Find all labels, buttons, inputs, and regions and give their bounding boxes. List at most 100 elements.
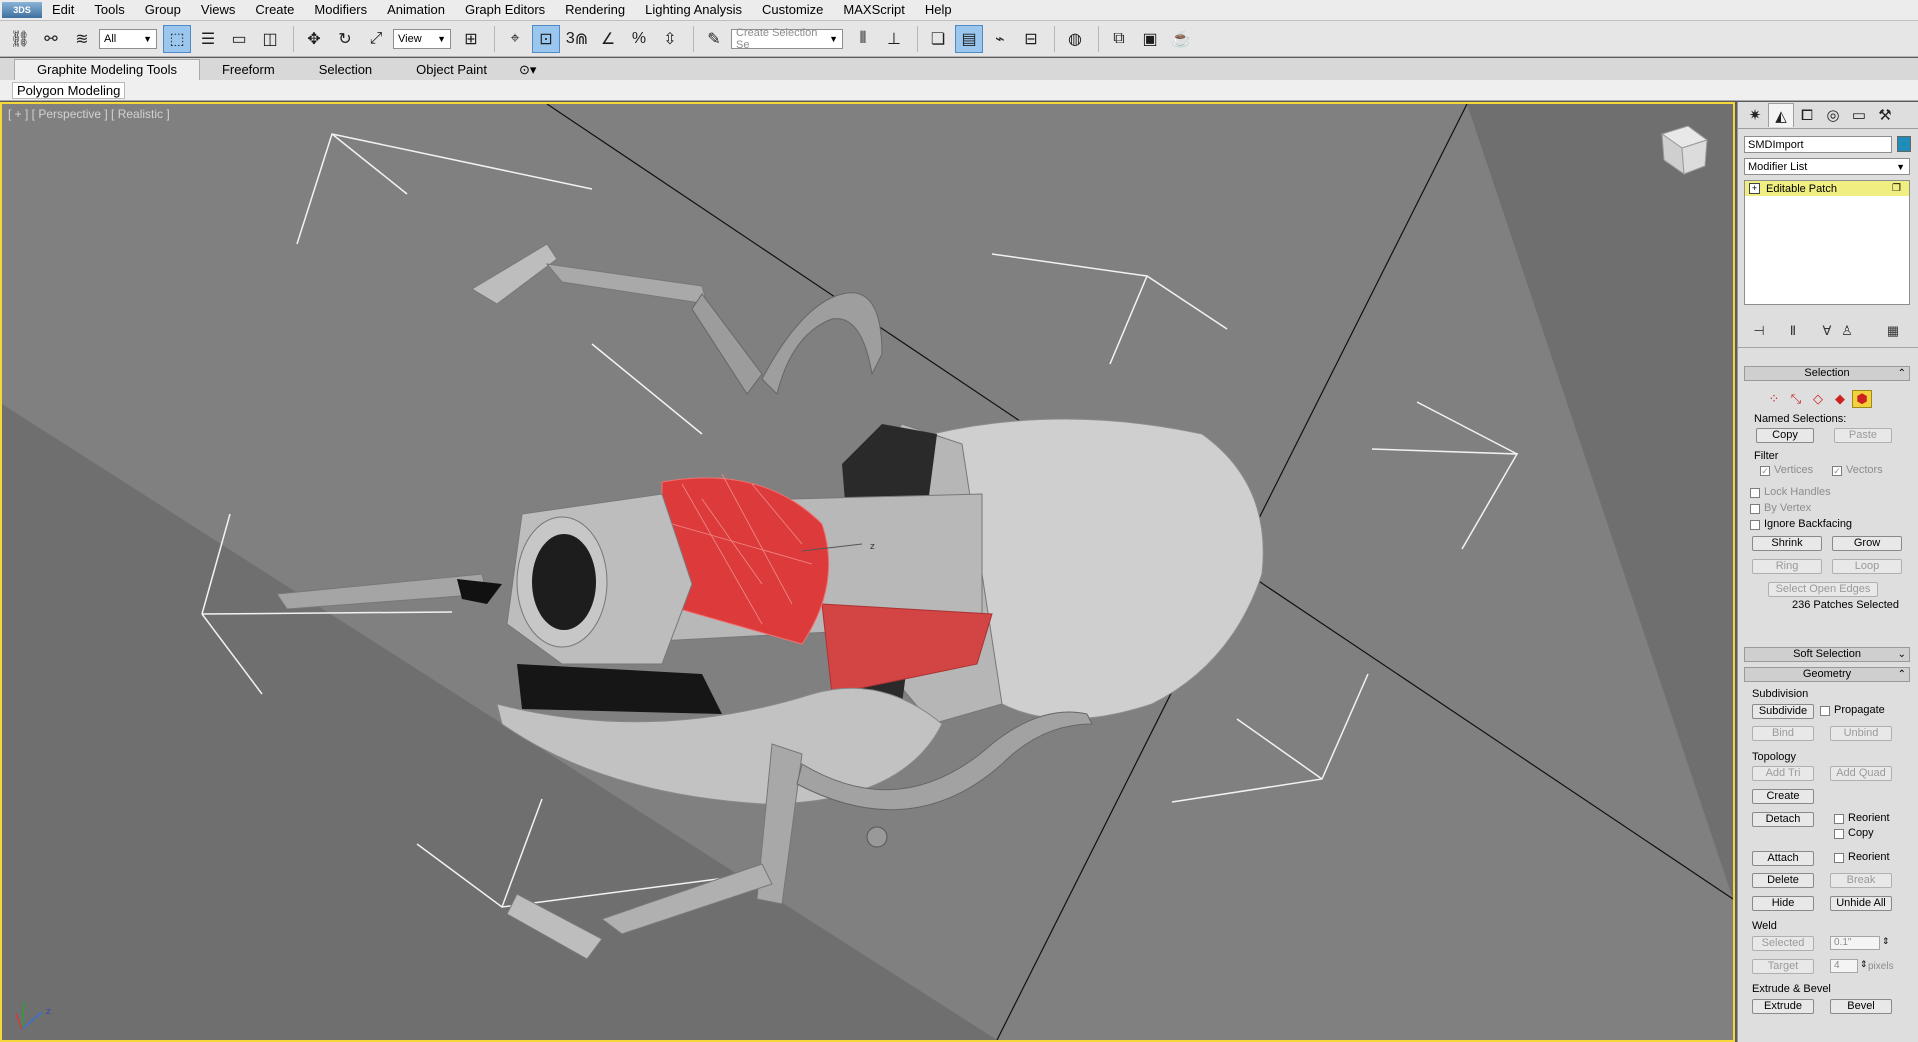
add-quad-button[interactable]: Add Quad [1830,766,1892,781]
weld-threshold-field[interactable]: 0.1" [1830,936,1880,950]
tab-graphite-modeling-tools[interactable]: Graphite Modeling Tools [14,59,200,80]
modifier-list-dropdown[interactable]: Modifier List ▼ [1744,158,1910,175]
ribbon-options-icon[interactable]: ⊙▾ [509,60,546,80]
geometry-rollout-header[interactable]: Geometry ⌃ [1744,667,1910,682]
lock-handles-checkbox[interactable] [1750,488,1760,498]
spinner-snap-icon[interactable]: ⇳ [656,25,684,53]
spinner-icon[interactable]: ⇕ [1860,959,1868,970]
make-unique-icon[interactable]: ∀ [1818,322,1836,340]
subdivide-button[interactable]: Subdivide [1752,704,1814,719]
select-manipulate-icon[interactable]: ⌖ [501,25,529,53]
shrink-button[interactable]: Shrink [1752,536,1822,551]
menu-help[interactable]: Help [915,0,962,20]
object-color-swatch[interactable] [1897,136,1911,152]
menu-customize[interactable]: Customize [752,0,833,20]
percent-snap-icon[interactable]: % [625,25,653,53]
handle-subobject-icon[interactable]: ⤡ [1786,390,1806,408]
hide-button[interactable]: Hide [1752,896,1814,911]
modify-tab-icon[interactable]: ◭ [1768,103,1794,127]
menu-modifiers[interactable]: Modifiers [304,0,377,20]
viewcube[interactable] [1660,125,1709,176]
viewport-label[interactable]: [ + ] [ Perspective ] [ Realistic ] [8,107,170,121]
spinner-icon[interactable]: ⇕ [1882,936,1890,947]
utilities-tab-icon[interactable]: ⚒ [1872,103,1898,127]
selection-filter-dropdown[interactable]: All ▼ [99,28,157,49]
break-button[interactable]: Break [1830,873,1892,888]
tab-selection[interactable]: Selection [297,60,394,80]
mirror-icon[interactable]: ⫴ [849,25,877,53]
perspective-viewport[interactable]: [ + ] [ Perspective ] [ Realistic ] z z [0,102,1735,1042]
weld-selected-button[interactable]: Selected [1752,936,1814,951]
patch-subobject-icon[interactable]: ◆ [1830,390,1850,408]
loop-button[interactable]: Loop [1832,559,1902,574]
ring-button[interactable]: Ring [1752,559,1822,574]
move-icon[interactable]: ✥ [300,25,328,53]
configure-modifier-sets-icon[interactable]: ▦ [1884,322,1902,340]
attach-reorient-checkbox[interactable] [1834,853,1844,863]
stack-item-editable-patch[interactable]: + Editable Patch ❐ [1745,181,1909,196]
window-crossing-icon[interactable]: ◫ [256,25,284,53]
snaps-toggle-icon[interactable]: 3 ⋒ [563,25,591,53]
reference-coordinate-dropdown[interactable]: View ▼ [393,28,451,49]
curve-editor-icon[interactable]: ⌁ [986,25,1014,53]
stack-item-toggle-icon[interactable]: ❐ [1892,183,1901,194]
add-tri-button[interactable]: Add Tri [1752,766,1814,781]
detach-reorient-checkbox[interactable] [1834,814,1844,824]
app-logo[interactable]: 3DS [2,2,42,18]
menu-animation[interactable]: Animation [377,0,455,20]
select-by-name-icon[interactable]: ☰ [194,25,222,53]
attach-button[interactable]: Attach [1752,851,1814,866]
detach-button[interactable]: Detach [1752,812,1814,827]
vertex-subobject-icon[interactable]: ⁘ [1764,390,1784,408]
selection-rollout-header[interactable]: Selection ⌃ [1744,366,1910,381]
menu-maxscript[interactable]: MAXScript [833,0,914,20]
select-open-edges-button[interactable]: Select Open Edges [1768,582,1878,597]
create-button[interactable]: Create [1752,789,1814,804]
menu-tools[interactable]: Tools [84,0,134,20]
render-setup-icon[interactable]: ⧉ [1105,25,1133,53]
show-end-result-icon[interactable]: Ⅱ [1784,322,1802,340]
menu-graph-editors[interactable]: Graph Editors [455,0,555,20]
polygon-modeling-panel[interactable]: Polygon Modeling [12,82,126,99]
ignore-backfacing-checkbox[interactable] [1750,520,1760,530]
by-vertex-checkbox[interactable] [1750,504,1760,514]
remove-modifier-icon[interactable]: ♙ [1838,322,1856,340]
element-subobject-icon[interactable]: ⬢ [1852,390,1872,408]
named-selection-dropdown[interactable]: Create Selection Se ▼ [731,27,843,51]
link-icon[interactable]: ⛓ [6,25,34,53]
menu-edit[interactable]: Edit [42,0,84,20]
display-tab-icon[interactable]: ▭ [1846,103,1872,127]
angle-snap-icon[interactable]: ∠ [594,25,622,53]
menu-rendering[interactable]: Rendering [555,0,635,20]
menu-group[interactable]: Group [135,0,191,20]
rectangular-selection-icon[interactable]: ▭ [225,25,253,53]
soft-selection-rollout-header[interactable]: Soft Selection ⌄ [1744,647,1910,662]
target-pixels-field[interactable]: 4 [1830,959,1858,973]
unbind-button[interactable]: Unbind [1830,726,1892,741]
keyboard-shortcut-override-icon[interactable]: ⊡ [532,24,560,53]
schematic-view-icon[interactable]: ⊟ [1017,25,1045,53]
edit-named-selection-icon[interactable]: ✎ [700,25,728,53]
grow-button[interactable]: Grow [1832,536,1902,551]
pivot-center-icon[interactable]: ⊞ [457,25,485,53]
layer-manager-icon[interactable]: ❏ [924,25,952,53]
menu-lighting-analysis[interactable]: Lighting Analysis [635,0,752,20]
render-production-icon[interactable]: ☕ [1167,25,1195,53]
graphite-toggle-icon[interactable]: ▤ [955,24,983,53]
extrude-button[interactable]: Extrude [1752,999,1814,1014]
rotate-icon[interactable]: ↻ [331,25,359,53]
tab-freeform[interactable]: Freeform [200,60,297,80]
create-tab-icon[interactable]: ✷ [1742,103,1768,127]
rendered-frame-window-icon[interactable]: ▣ [1136,25,1164,53]
expand-icon[interactable]: + [1749,183,1760,194]
unlink-icon[interactable]: ⚯ [37,25,65,53]
menu-create[interactable]: Create [245,0,304,20]
vertices-checkbox[interactable]: ✓ [1760,466,1770,476]
scale-icon[interactable]: ⤢ [362,25,390,53]
menu-views[interactable]: Views [191,0,245,20]
propagate-checkbox[interactable] [1820,706,1830,716]
paste-selection-button[interactable]: Paste [1834,428,1892,443]
material-editor-icon[interactable]: ◍ [1061,25,1089,53]
modifier-stack[interactable]: + Editable Patch ❐ [1744,180,1910,305]
vectors-checkbox[interactable]: ✓ [1832,466,1842,476]
